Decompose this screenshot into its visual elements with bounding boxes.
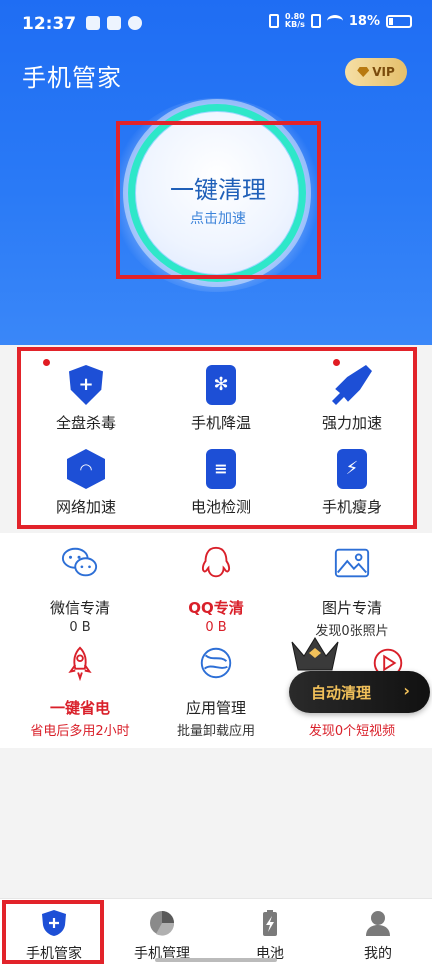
tool-boost[interactable]: 强力加速 [287,355,417,435]
picture-icon [334,548,370,578]
feature-title: 微信专清 [49,599,110,617]
tool-label: 强力加速 [321,414,382,432]
tab-label: 我的 [364,946,392,962]
feature-sub: 省电后多用2小时 [30,724,130,739]
status-time: 12:37 [22,14,77,34]
tiktok-icon [86,16,100,30]
tools-grid: + 全盘杀毒 ✻ 手机降温 强力加速 ◠ 网络加速 ≡ 电池检测 ⚡ 手机瘦身 [17,347,417,529]
mail-icon [107,16,121,30]
fan-icon: ✻ [206,365,236,405]
rocket-icon [332,365,372,405]
tool-label: 电池检测 [190,498,251,516]
tab-battery[interactable]: 电池 [216,899,324,964]
pie-icon [150,911,175,936]
feature-title: QQ专清 [188,599,244,617]
feature-qq[interactable]: QQ专清 0 B [146,537,286,637]
red-dot-badge [43,359,50,366]
vip-label: VIP [372,65,395,79]
page-title: 手机管家 [22,64,122,92]
highlight-box-tab [2,900,104,964]
net-speed: 0.80 KB/s [285,13,305,29]
qq-icon [201,546,231,578]
feature-sub: 发现0个短视频 [308,724,396,739]
battery-percent: 18% [348,13,380,29]
tool-slim[interactable]: ⚡ 手机瘦身 [287,439,417,519]
feature-sub: 批量卸载应用 [176,724,255,739]
feature-title: 应用管理 [185,699,246,717]
link-icon [128,16,142,30]
feature-sub: 0 B [69,620,91,635]
battery-icon: ≡ [206,449,236,489]
tool-label: 全盘杀毒 [55,414,116,432]
wifi-hex-icon: ◠ [67,449,105,489]
tab-mine[interactable]: 我的 [324,899,432,964]
vibrate-icon [268,14,279,28]
feature-power-save[interactable]: 一键省电 省电后多用2小时 [10,637,150,741]
battery-icon [386,14,412,28]
wechat-icon [61,547,98,577]
highlight-box-clean [116,121,321,279]
tool-label: 手机瘦身 [321,498,382,516]
battery-bolt-icon [263,910,277,936]
auto-clean-button[interactable]: 自动清理 › [289,671,430,713]
auto-clean-label: 自动清理 [311,683,372,702]
feature-picture[interactable]: 图片专清 发现0张照片 [282,537,422,639]
status-bar: 12:37 0.80 KB/s 18% [0,0,432,48]
tool-network[interactable]: ◠ 网络加速 [21,439,151,519]
vip-button[interactable]: VIP [345,58,407,86]
tool-label: 网络加速 [55,498,116,516]
user-icon [366,911,390,936]
shield-plus-icon: + [69,365,103,405]
tool-battery[interactable]: ≡ 电池检测 [156,439,286,519]
crown-icon [291,637,339,671]
feature-app-manage[interactable]: 应用管理 批量卸载应用 [146,637,286,741]
feature-title: 图片专清 [321,599,382,617]
diamond-icon [357,67,370,77]
net-speed-unit: KB/s [284,20,305,29]
status-right: 0.80 KB/s 18% [268,13,412,29]
lightning-phone-icon: ⚡ [337,449,367,489]
home-indicator[interactable] [155,958,277,962]
tool-label: 手机降温 [190,414,251,432]
feature-sub: 0 B [205,620,227,635]
app-manage-icon [200,647,232,679]
feature-title: 一键省电 [49,699,110,717]
feature-wechat[interactable]: 微信专清 0 B [10,537,150,637]
wifi-icon [326,15,343,27]
chevron-right-icon: › [403,681,410,700]
sim-icon [310,14,321,28]
tool-cooling[interactable]: ✻ 手机降温 [156,355,286,435]
rocket-outline-icon [68,646,92,681]
red-dot-badge [333,359,340,366]
features-section: 微信专清 0 B QQ专清 0 B 图片专清 发现0张照片 一键省电 省电后多用… [0,533,432,748]
tab-phone-management[interactable]: 手机管理 [108,899,216,964]
tool-antivirus[interactable]: + 全盘杀毒 [21,355,151,435]
